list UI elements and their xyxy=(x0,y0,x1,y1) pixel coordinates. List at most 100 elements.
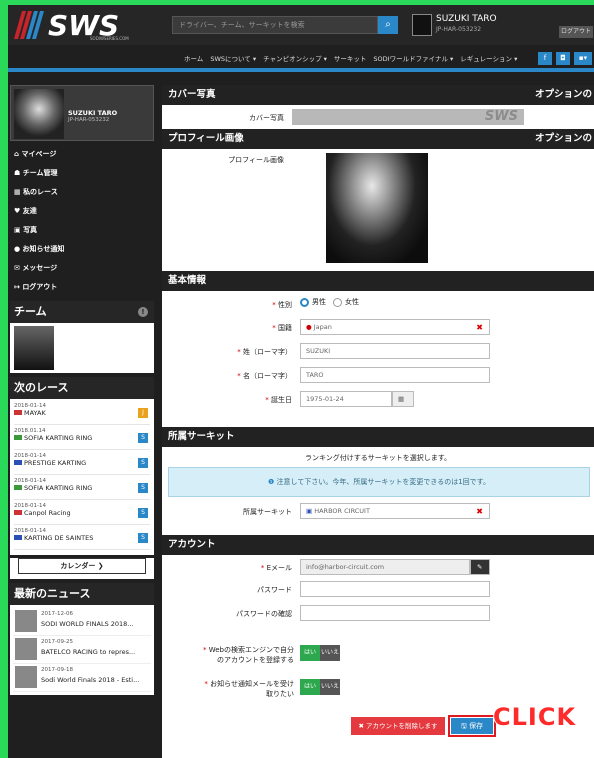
news-date: 2017-09-25 xyxy=(41,639,73,645)
sidebar-item-friends[interactable]: ♥ 友達 xyxy=(10,202,154,221)
news-thumbnail xyxy=(15,610,37,632)
profile-image[interactable] xyxy=(326,153,428,263)
news-date: 2017-09-18 xyxy=(41,667,73,673)
email-field[interactable]: info@harbor-circuit.com xyxy=(300,559,470,575)
notify-email-toggle[interactable]: はい いいえ xyxy=(300,679,340,695)
gender-female-radio[interactable] xyxy=(333,297,342,307)
search-engine-toggle[interactable]: はい いいえ xyxy=(300,645,340,661)
basic-info-section: * 性別 男性 女性 * 国籍 ● Japan ✖ * 姓（ローマ字） SUZUK… xyxy=(162,291,594,427)
sidebar-item-label: お知らせ通知 xyxy=(22,245,65,253)
info-icon: ❶ xyxy=(268,478,277,486)
team-icon: ☗ xyxy=(14,169,21,177)
facebook-icon[interactable]: f xyxy=(538,52,552,65)
race-item[interactable]: 2018-01-14 MAYAK J xyxy=(14,403,150,425)
nav-item-about[interactable]: SWSについて ▾ xyxy=(210,53,256,63)
news-item[interactable]: 2017-12-06 SODI WORLD FINALS 2018... xyxy=(13,608,151,636)
cover-section-title: カバー写真 オプションの xyxy=(162,85,594,105)
clear-icon[interactable]: ✖ xyxy=(476,321,483,335)
circuit-section: ランキング付けするサーキットを選択します。 ❶ 注意して下さい。今年、所属サーキ… xyxy=(162,447,594,535)
firstname-input[interactable]: TARO xyxy=(300,367,490,383)
birthday-label: * 誕生日 xyxy=(265,396,292,404)
gender-options: 男性 女性 xyxy=(300,297,359,307)
user-avatar[interactable] xyxy=(412,14,432,36)
user-id: JP-HAR-053232 xyxy=(436,26,482,33)
save-button[interactable]: 🖫 保存 xyxy=(451,718,493,734)
circuit-intro: ランキング付けするサーキットを選択します。 xyxy=(304,454,452,462)
password-field[interactable] xyxy=(300,581,490,597)
circuit-section-title: 所属サーキット xyxy=(162,427,594,447)
sidebar-item-mypage[interactable]: ⌂ マイページ xyxy=(10,145,154,164)
delete-account-button[interactable]: ✖ アカウントを削除します xyxy=(351,717,445,735)
language-flag-icon[interactable]: ▪▾ xyxy=(574,52,592,65)
news-list: 2017-12-06 SODI WORLD FINALS 2018... 2017-… xyxy=(10,605,154,695)
search-input[interactable]: ドライバー、チーム、サーキットを検索 xyxy=(172,16,378,34)
password-confirm-field[interactable] xyxy=(300,605,490,621)
nav-item-championship[interactable]: チャンピオンシップ ▾ xyxy=(263,53,327,63)
race-name: Canpol Racing xyxy=(14,509,150,517)
sidebar-item-messages[interactable]: ✉ メッセージ xyxy=(10,259,154,278)
race-item[interactable]: 2018-01-14 KARTING DE SAINTES S xyxy=(14,528,150,550)
sidebar-item-notifications[interactable]: ● お知らせ通知 xyxy=(10,240,154,259)
nav-item-home[interactable]: ホーム xyxy=(184,53,203,63)
race-item[interactable]: 2018-01-14 SOFIA KARTING RING S xyxy=(14,478,150,500)
calendar-picker-icon[interactable]: ▦ xyxy=(392,391,414,407)
next-races-title: 次のレース xyxy=(10,377,154,399)
circuit-notice: ❶ 注意して下さい。今年、所属サーキットを変更できるのは1回です。 xyxy=(168,467,590,497)
sidebar-item-logout[interactable]: ↦ ログアウト xyxy=(10,278,154,297)
clear-icon[interactable]: ✖ xyxy=(476,505,483,519)
password-confirm-label: パスワードの確認 xyxy=(236,610,292,618)
sidebar-item-label: マイページ xyxy=(21,150,57,158)
logout-button[interactable]: ログアウト xyxy=(559,26,593,38)
country-label: * 国籍 xyxy=(272,324,292,332)
calendar-button[interactable]: カレンダー ❯ xyxy=(18,558,146,574)
sidebar-item-team[interactable]: ☗ チーム管理 xyxy=(10,164,154,183)
lastname-input[interactable]: SUZUKI xyxy=(300,343,490,359)
notify-email-label: * お知らせ通知メールを受け 取りたい xyxy=(204,680,294,698)
sidebar-profile[interactable]: SUZUKI TARO JP-HAR-053232 xyxy=(10,85,154,141)
sidebar-item-races[interactable]: ▦ 私のレース xyxy=(10,183,154,202)
race-series-badge: S xyxy=(138,483,148,493)
lastname-label: * 姓（ローマ字） xyxy=(237,348,292,356)
profile-image-section: プロフィール画像 xyxy=(162,149,594,271)
nav-item-circuits[interactable]: サーキット xyxy=(334,53,367,63)
news-thumbnail xyxy=(15,666,37,688)
instagram-icon[interactable]: ◘ xyxy=(556,52,570,65)
flag-icon xyxy=(14,460,22,465)
nav-item-world-final[interactable]: SODIワールドファイナル ▾ xyxy=(373,53,453,63)
race-item[interactable]: 2018-01-14 Canpol Racing S xyxy=(14,503,150,525)
birthday-input[interactable]: 1975-01-24 xyxy=(300,391,392,407)
home-icon: ⌂ xyxy=(14,150,20,158)
news-title: SODI WORLD FINALS 2018... xyxy=(41,620,134,628)
site-header: SWS SODIWSERIES.COM ドライバー、チーム、サーキットを検索 ⌕… xyxy=(8,5,594,45)
cover-label: カバー写真 xyxy=(249,114,284,122)
password-label: パスワード xyxy=(257,586,292,594)
basic-info-title: 基本情報 xyxy=(162,271,594,291)
sidebar-item-label: メッセージ xyxy=(22,264,58,272)
news-date: 2017-12-06 xyxy=(41,611,73,617)
user-name: SUZUKI TARO xyxy=(436,14,497,24)
sidebar-item-photos[interactable]: ▣ 写真 xyxy=(10,221,154,240)
sws-logo[interactable]: SWS SODIWSERIES.COM xyxy=(12,9,162,41)
circuit-select[interactable]: ▣ HARBOR CIRCUIT ✖ xyxy=(300,503,490,519)
team-photo[interactable] xyxy=(10,323,154,373)
circuit-label: 所属サーキット xyxy=(243,508,292,516)
race-item[interactable]: 2018.01.14 SOFIA KARTING RING S xyxy=(14,428,150,450)
cover-image[interactable]: SWS xyxy=(292,109,524,125)
account-section-title: アカウント xyxy=(162,535,594,555)
flag-icon xyxy=(14,410,22,415)
news-item[interactable]: 2017-09-18 Sodi World Finals 2018 - Esti.… xyxy=(13,664,151,692)
nav-item-regulations[interactable]: レギュレーション ▾ xyxy=(460,53,517,63)
page-frame: SWS SODIWSERIES.COM ドライバー、チーム、サーキットを検索 ⌕… xyxy=(8,5,594,758)
edit-email-icon[interactable]: ✎ xyxy=(470,559,490,575)
race-item[interactable]: 2018-01-14 PRESTIGE KARTING S xyxy=(14,453,150,475)
team-info-icon[interactable]: ! xyxy=(138,307,148,317)
news-thumbnail xyxy=(15,638,37,660)
race-series-badge: J xyxy=(138,408,148,418)
country-select[interactable]: ● Japan ✖ xyxy=(300,319,490,335)
gender-male-radio[interactable] xyxy=(300,297,309,307)
search-button[interactable]: ⌕ xyxy=(378,16,398,34)
cover-optional-label: オプションの xyxy=(534,89,592,100)
news-title: Sodi World Finals 2018 - Esti... xyxy=(41,676,140,684)
flag-icon xyxy=(14,510,22,515)
news-item[interactable]: 2017-09-25 BATELCO RACING to repres... xyxy=(13,636,151,664)
